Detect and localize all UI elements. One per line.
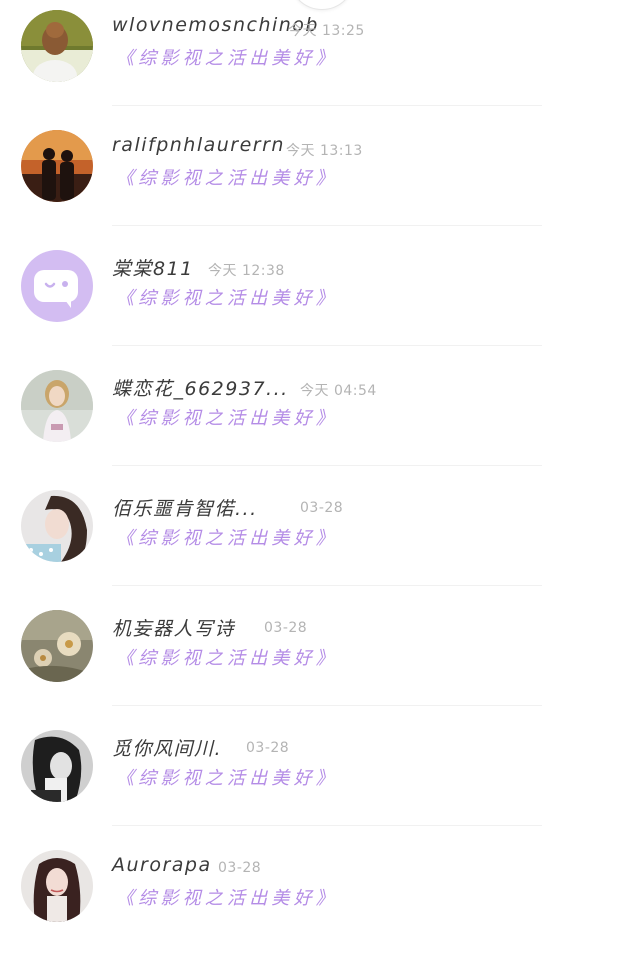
timestamp: 今天 04:54 [300,383,377,399]
avatar[interactable] [21,370,93,442]
default-avatar[interactable] [21,250,93,322]
avatar[interactable] [21,850,93,922]
comment-item[interactable]: Aurorapa 03-28 《综影视之活出美好》 [0,840,640,959]
comment-item[interactable]: 觅你风间川. 03-28 《综影视之活出美好》 [0,720,640,839]
divider [112,105,542,106]
divider [112,225,542,226]
comment-text: 《综影视之活出美好》 [116,408,338,429]
comment-item[interactable]: 佰乐噩肯智偌... 03-28 《综影视之活出美好》 [0,480,640,599]
username[interactable]: 蝶恋花_662937... [112,374,289,401]
timestamp: 03-28 [218,860,262,876]
username[interactable]: 觅你风间川. [112,734,222,761]
comment-text: 《综影视之活出美好》 [116,528,338,549]
timestamp: 今天 12:38 [208,263,285,279]
divider [112,705,542,706]
comment-item[interactable]: 机妄器人写诗 03-28 《综影视之活出美好》 [0,600,640,719]
timestamp: 03-28 [264,620,308,636]
timestamp: 今天 13:13 [286,143,363,159]
username[interactable]: Aurorapa [112,854,212,876]
divider [112,345,542,346]
username[interactable]: 棠棠811 [112,254,194,281]
comment-text: 《综影视之活出美好》 [116,768,338,789]
username[interactable]: ralifpnhlaurerrn [112,134,285,156]
avatar[interactable] [21,490,93,562]
avatar[interactable] [21,130,93,202]
avatar[interactable] [21,10,93,82]
comment-text: 《综影视之活出美好》 [116,168,338,189]
timestamp: 03-28 [300,500,344,516]
divider [112,465,542,466]
comment-text: 《综影视之活出美好》 [116,48,338,69]
username[interactable]: 机妄器人写诗 [112,614,235,641]
comment-item[interactable]: 蝶恋花_662937... 今天 04:54 《综影视之活出美好》 [0,360,640,479]
comment-text: 《综影视之活出美好》 [116,648,338,669]
avatar[interactable] [21,730,93,802]
divider [112,585,542,586]
comment-item[interactable]: wlovnemosnchinob 今天 13:25 《综影视之活出美好》 [0,0,640,119]
comment-text: 《综影视之活出美好》 [116,888,338,909]
timestamp: 03-28 [246,740,290,756]
avatar[interactable] [21,610,93,682]
timestamp: 今天 13:25 [288,23,365,39]
divider [112,825,542,826]
comment-item[interactable]: ralifpnhlaurerrn 今天 13:13 《综影视之活出美好》 [0,120,640,239]
comment-text: 《综影视之活出美好》 [116,288,338,309]
username[interactable]: 佰乐噩肯智偌... [112,494,258,521]
comment-item[interactable]: 棠棠811 今天 12:38 《综影视之活出美好》 [0,240,640,359]
